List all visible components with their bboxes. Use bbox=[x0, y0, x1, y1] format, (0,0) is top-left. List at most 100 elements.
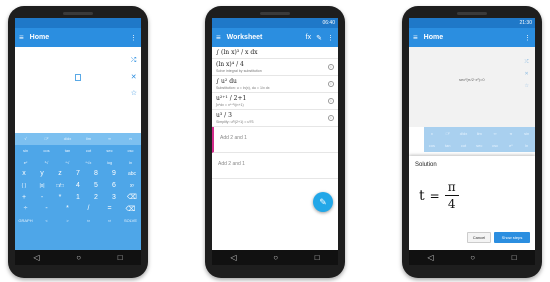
shuffle-icon[interactable]: ⤮ bbox=[131, 57, 137, 65]
backspace-icon[interactable]: ⌫ bbox=[123, 191, 141, 203]
close-icon[interactable]: ✕ bbox=[131, 73, 137, 81]
home-icon[interactable]: ○ bbox=[273, 253, 278, 262]
step-math: ∫ u² du bbox=[216, 78, 237, 85]
key-3[interactable]: 3 bbox=[105, 191, 123, 203]
key-cot[interactable]: cot bbox=[78, 145, 99, 157]
key-7[interactable]: 7 bbox=[69, 168, 87, 180]
key-minus[interactable]: - bbox=[33, 191, 51, 203]
keypad-row: eˣ ²√ ⁿ√ ⁿ√x log ln bbox=[15, 156, 141, 168]
recent-apps-icon[interactable]: □ bbox=[118, 253, 123, 262]
menu-icon[interactable]: ≡ bbox=[413, 33, 418, 42]
key-abs[interactable]: |x| bbox=[33, 180, 51, 192]
back-icon[interactable]: ◁ bbox=[230, 253, 236, 262]
star-icon[interactable]: ☆ bbox=[131, 89, 137, 97]
key-sin[interactable]: sin bbox=[15, 145, 36, 157]
solution-expression: t = π 4 bbox=[419, 180, 459, 211]
more-icon[interactable]: ⋮ bbox=[130, 34, 137, 42]
info-icon[interactable]: i bbox=[328, 115, 334, 121]
key: eˣ bbox=[509, 143, 513, 149]
key-divide[interactable]: ÷ bbox=[15, 203, 36, 215]
solve-button[interactable]: SOLVE bbox=[120, 215, 141, 227]
key-sqrt[interactable]: √ bbox=[15, 133, 36, 145]
edit-icon[interactable]: ✎ bbox=[316, 34, 322, 42]
info-icon[interactable]: i bbox=[328, 98, 334, 104]
key-6[interactable]: 6 bbox=[105, 180, 123, 192]
worksheet-list: ∫ (ln x)³ / x dx (ln x)⁴ / 4 Solve integ… bbox=[212, 47, 338, 250]
key-sec[interactable]: sec bbox=[99, 145, 120, 157]
key-1[interactable]: 1 bbox=[69, 191, 87, 203]
key-pi[interactable]: π bbox=[120, 133, 141, 145]
worksheet-step[interactable]: u³ / 3 Simplify: u³/(2+1) = u³/3 i bbox=[212, 110, 338, 127]
key-abc[interactable]: abc bbox=[123, 168, 141, 180]
worksheet-step[interactable]: ∫ u² du Substitution: u = ln(x), du = 1/… bbox=[212, 76, 338, 93]
back-icon[interactable]: ◁ bbox=[427, 253, 433, 262]
arrow-right-icon[interactable]: ⇨ bbox=[99, 215, 120, 227]
recent-apps-icon[interactable]: □ bbox=[315, 253, 320, 262]
worksheet-input[interactable]: Add 2 and 1 bbox=[212, 153, 338, 179]
show-steps-button[interactable]: Show steps bbox=[494, 232, 530, 243]
delete-icon[interactable]: ⌫ bbox=[120, 203, 141, 215]
key-greater[interactable]: > bbox=[57, 215, 78, 227]
key-9[interactable]: 9 bbox=[105, 168, 123, 180]
arrow-left-icon[interactable]: ⇦ bbox=[78, 215, 99, 227]
home-icon[interactable]: ○ bbox=[76, 253, 81, 262]
key-2[interactable]: 2 bbox=[87, 191, 105, 203]
key-rootnx[interactable]: ⁿ√x bbox=[78, 156, 99, 168]
worksheet-step[interactable]: u²⁺¹ / 2+1 ∫xⁿdx = xⁿ⁺¹/(n+1) i bbox=[212, 93, 338, 110]
key-times2[interactable]: * bbox=[57, 203, 78, 215]
key-ln[interactable]: ln bbox=[120, 156, 141, 168]
functions-icon[interactable]: fx bbox=[306, 34, 311, 41]
key-cos[interactable]: cos bbox=[36, 145, 57, 157]
recent-apps-icon[interactable]: □ bbox=[512, 253, 517, 262]
key-derivative[interactable]: d/dx bbox=[57, 133, 78, 145]
key-multiply[interactable]: * bbox=[51, 191, 69, 203]
more-icon[interactable]: ⋮ bbox=[524, 34, 531, 42]
screen-home: ≡ Home ⋮ ⤮ ✕ ☆ √ □² d/dx lim ∞ π sin cos… bbox=[15, 18, 141, 265]
key-x[interactable]: x bbox=[15, 168, 33, 180]
key-less[interactable]: < bbox=[36, 215, 57, 227]
key-slash[interactable]: / bbox=[78, 203, 99, 215]
key-exp[interactable]: eˣ bbox=[15, 156, 36, 168]
graph-button[interactable]: GRAPH bbox=[15, 215, 36, 227]
key-power[interactable]: xʸ bbox=[123, 180, 141, 192]
worksheet-step[interactable]: (ln x)⁴ / 4 Solve integral by substituti… bbox=[212, 59, 338, 76]
key-5[interactable]: 5 bbox=[87, 180, 105, 192]
key-infinity[interactable]: ∞ bbox=[99, 133, 120, 145]
phone-home: ≡ Home ⋮ ⤮ ✕ ☆ √ □² d/dx lim ∞ π sin cos… bbox=[8, 6, 148, 278]
step-note: Substitution: u = ln(x), du = 1/x dx bbox=[216, 86, 270, 90]
cancel-button[interactable]: Cancel bbox=[467, 232, 491, 243]
key-limit[interactable]: lim bbox=[78, 133, 99, 145]
step-note: Solve integral by substitution bbox=[216, 69, 262, 73]
key-plus[interactable]: + bbox=[15, 191, 33, 203]
home-icon[interactable]: ○ bbox=[470, 253, 475, 262]
key-minus2[interactable]: - bbox=[36, 203, 57, 215]
key-y[interactable]: y bbox=[33, 168, 51, 180]
more-icon[interactable]: ⋮ bbox=[327, 34, 334, 42]
key-root2[interactable]: ²√ bbox=[36, 156, 57, 168]
back-icon[interactable]: ◁ bbox=[33, 253, 39, 262]
key-z[interactable]: z bbox=[51, 168, 69, 180]
input-cursor-box[interactable] bbox=[75, 74, 81, 81]
key-equals[interactable]: = bbox=[99, 203, 120, 215]
key-tan[interactable]: tan bbox=[57, 145, 78, 157]
edit-fab-button[interactable]: ✎ bbox=[313, 192, 333, 212]
worksheet-step[interactable]: ∫ (ln x)³ / x dx bbox=[212, 47, 338, 59]
math-input-area[interactable]: ⤮ ✕ ☆ bbox=[15, 47, 141, 133]
key-parens[interactable]: ( ) bbox=[15, 180, 33, 192]
worksheet-input-active[interactable]: Add 2 and 1 bbox=[212, 127, 338, 153]
key-8[interactable]: 8 bbox=[87, 168, 105, 180]
key-square[interactable]: □² bbox=[36, 133, 57, 145]
keypad-row: sin cos tan cot sec csc bbox=[15, 145, 141, 157]
key-rootn[interactable]: ⁿ√ bbox=[57, 156, 78, 168]
menu-icon[interactable]: ≡ bbox=[19, 33, 24, 42]
step-math: (ln x)⁴ / 4 bbox=[216, 61, 244, 68]
status-bar: 21:30 bbox=[409, 18, 535, 28]
keypad-row: GRAPH < > ⇦ ⇨ SOLVE bbox=[15, 215, 141, 227]
menu-icon[interactable]: ≡ bbox=[216, 33, 221, 42]
info-icon[interactable]: i bbox=[328, 64, 334, 70]
key-fraction[interactable]: □/□ bbox=[51, 180, 69, 192]
key-4[interactable]: 4 bbox=[69, 180, 87, 192]
key-csc[interactable]: csc bbox=[120, 145, 141, 157]
info-icon[interactable]: i bbox=[328, 81, 334, 87]
key-log[interactable]: log bbox=[99, 156, 120, 168]
